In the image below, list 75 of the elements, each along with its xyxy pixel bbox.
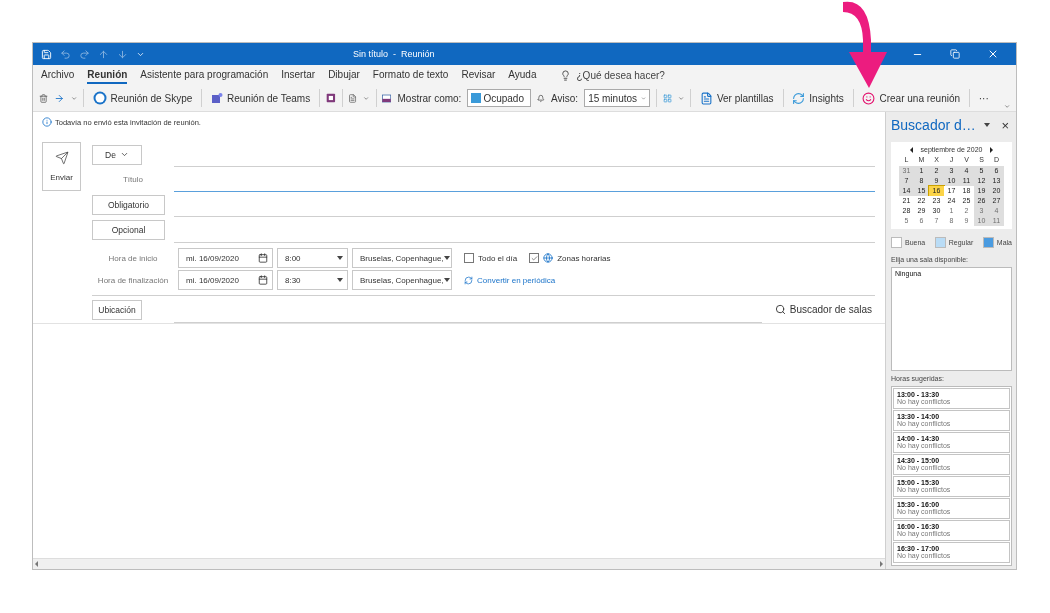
search-field[interactable]: ¿Qué desea hacer? — [559, 69, 665, 81]
menu-tab[interactable]: Revisar — [461, 66, 496, 84]
menu-tab[interactable]: Insertar — [281, 66, 316, 84]
create-meeting-button[interactable]: Crear una reunión — [859, 89, 964, 107]
title-label: Título — [123, 175, 143, 184]
menu-tab[interactable]: Dibujar — [328, 66, 360, 84]
required-button[interactable]: Obligatorio — [92, 194, 165, 215]
arrow-up-icon[interactable] — [98, 48, 109, 60]
menu-tab[interactable]: Ayuda — [508, 66, 537, 84]
menu-tab[interactable]: Asistente para programación — [140, 66, 269, 84]
timezone-dropdown[interactable]: Bruselas, Copenhague, — [352, 248, 452, 268]
pane-menu-icon[interactable] — [984, 123, 991, 127]
globe-icon — [543, 253, 554, 263]
info-icon — [42, 117, 52, 127]
smiley-icon — [862, 91, 876, 105]
close-icon — [987, 48, 999, 60]
optional-button[interactable]: Opcional — [92, 220, 165, 240]
all-day-checkbox[interactable]: Todo el día — [464, 253, 518, 263]
grid-icon[interactable] — [662, 91, 672, 105]
caret-icon — [443, 256, 450, 260]
insights-button[interactable]: Insights — [789, 89, 847, 107]
room-finder-button[interactable]: Buscador de salas — [771, 302, 875, 317]
horizontal-scrollbar[interactable] — [33, 558, 885, 569]
recurring-link[interactable]: Convertir en periódica — [464, 275, 556, 285]
caret-icon — [443, 278, 450, 282]
view-templates-button[interactable]: Ver plantillas — [696, 89, 777, 107]
search-icon — [774, 304, 786, 315]
location-button[interactable]: Ubicación — [92, 299, 142, 320]
collapse-icon[interactable] — [1003, 102, 1011, 111]
undo-icon[interactable] — [60, 48, 71, 60]
time-zones-checkbox[interactable]: Zonas horarias — [529, 253, 611, 263]
teams-meeting-button[interactable]: Reunión de Teams — [207, 90, 314, 106]
document-icon — [699, 91, 713, 105]
timezone-dropdown[interactable]: Bruselas, Copenhague, — [352, 270, 452, 290]
time-dropdown[interactable]: 8:00 — [277, 248, 348, 268]
reminder-label: Aviso: — [551, 92, 579, 104]
skype-meeting-button[interactable]: Reunión de Skype — [89, 89, 196, 107]
caret-icon — [337, 278, 343, 282]
redo-icon[interactable] — [79, 48, 90, 60]
date-field[interactable]: mi. 16/09/2020 — [178, 248, 273, 268]
busy-swatch-icon — [471, 93, 482, 103]
time-dropdown[interactable]: 8:30 — [277, 270, 348, 290]
next-month-icon[interactable] — [990, 146, 994, 153]
time-label: Hora de inicio — [108, 253, 158, 263]
arrow-down-icon[interactable] — [117, 48, 128, 60]
lightbulb-icon — [559, 69, 571, 81]
checkbox-square — [464, 253, 474, 263]
trash-icon[interactable] — [39, 91, 49, 105]
menu-tab[interactable]: Formato de texto — [372, 66, 449, 84]
caret-icon — [337, 256, 343, 260]
send-button[interactable]: Enviar — [42, 142, 81, 191]
pane-close-button[interactable]: × — [998, 115, 1012, 135]
more-button[interactable]: ··· — [975, 90, 992, 106]
show-as-label: Mostrar como: — [397, 92, 462, 104]
time-label: Hora de finalización — [97, 275, 169, 285]
circular-arrows-icon — [464, 275, 473, 285]
prev-month-icon[interactable] — [909, 146, 913, 153]
pane-title: Buscador d… — [891, 117, 976, 133]
from-button[interactable]: De — [92, 144, 142, 165]
show-as-dropdown[interactable]: Ocupado — [467, 89, 532, 107]
calendar-icon — [258, 253, 268, 263]
bell-icon — [537, 92, 546, 104]
circular-arrows-icon — [792, 91, 806, 105]
document-icon[interactable] — [348, 91, 358, 105]
window-title: Sin título - Reunión — [353, 49, 435, 59]
save-icon[interactable] — [41, 48, 52, 60]
restore-icon — [950, 49, 960, 59]
date-field[interactable]: mi. 16/09/2020 — [178, 270, 273, 290]
menu-tab[interactable]: Archivo — [41, 66, 75, 84]
calendar-icon — [258, 275, 268, 285]
reminder-dropdown[interactable]: 15 minutos — [584, 89, 651, 107]
menu-tab[interactable]: Reunión — [87, 66, 128, 84]
send-icon — [54, 151, 69, 165]
checkbox-square — [529, 253, 540, 263]
caret-icon — [119, 150, 129, 159]
